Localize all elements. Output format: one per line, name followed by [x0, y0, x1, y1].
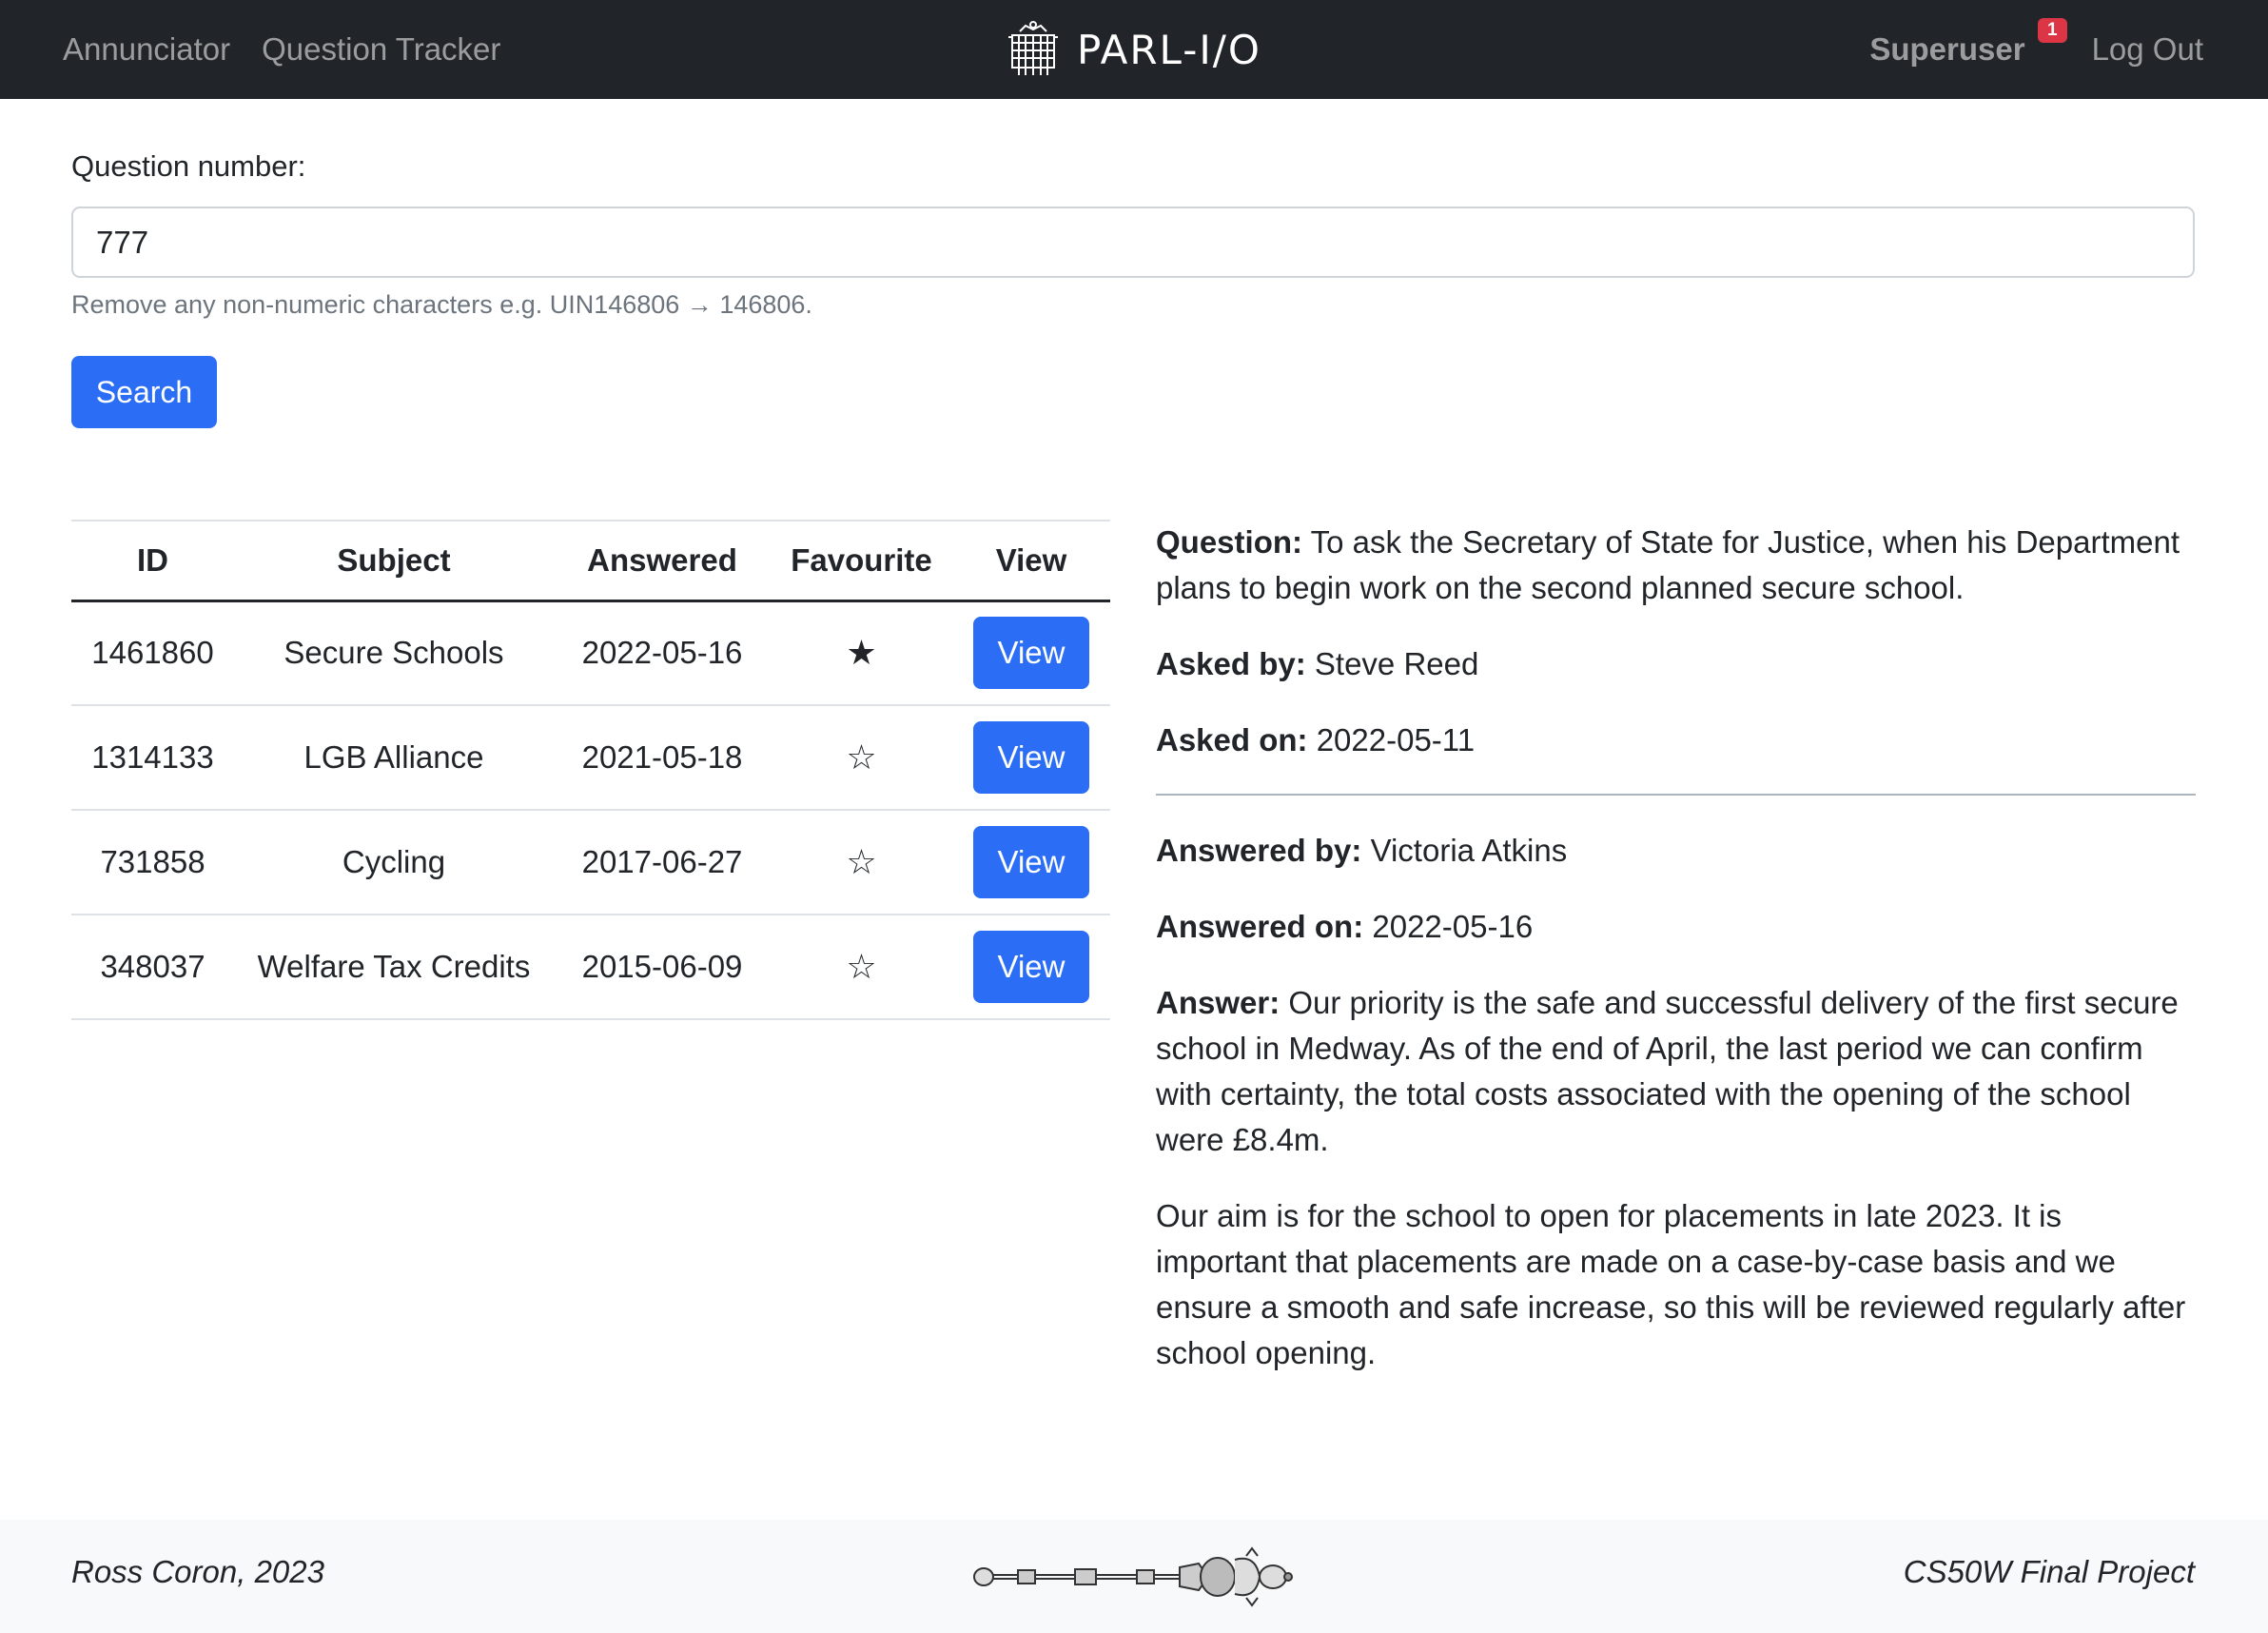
table-header-row: ID Subject Answered Favourite View: [71, 520, 1110, 602]
favourite-star-outline-icon[interactable]: ☆: [846, 947, 876, 986]
search-button[interactable]: Search: [71, 356, 217, 428]
answered-by-value: Victoria Atkins: [1370, 833, 1568, 868]
user-menu[interactable]: Superuser 1: [1869, 18, 2067, 68]
notification-badge: 1: [2038, 18, 2067, 43]
question-number-input[interactable]: [71, 207, 2195, 278]
results-table: ID Subject Answered Favourite View 14618…: [71, 520, 1110, 1020]
question-number-label: Question number:: [71, 149, 306, 183]
cell-favourite: ☆: [771, 915, 952, 1020]
question-value: To ask the Secretary of State for Justic…: [1156, 524, 2180, 605]
cell-answered: 2017-06-27: [554, 810, 771, 915]
answered-on: Answered on: 2022-05-16: [1156, 904, 2196, 950]
asked-by-value: Steve Reed: [1314, 646, 1479, 681]
answer-paragraph-2: Our aim is for the school to open for pl…: [1156, 1198, 2186, 1370]
answered-on-label: Answered on:: [1156, 909, 1364, 944]
cell-view: View: [952, 915, 1110, 1020]
cell-subject: LGB Alliance: [234, 705, 554, 811]
answer-text: Answer: Our priority is the safe and suc…: [1156, 980, 2196, 1163]
question-text: Question: To ask the Secretary of State …: [1156, 520, 2196, 611]
answered-by-label: Answered by:: [1156, 833, 1362, 868]
cell-answered: 2015-06-09: [554, 915, 771, 1020]
header-view: View: [952, 520, 1110, 602]
asked-on: Asked on: 2022-05-11: [1156, 718, 2196, 763]
input-help-text: Remove any non-numeric characters e.g. U…: [71, 290, 812, 319]
question-detail: Question: To ask the Secretary of State …: [1156, 520, 2196, 1407]
cell-subject: Welfare Tax Credits: [234, 915, 554, 1020]
cell-answered: 2021-05-18: [554, 705, 771, 811]
asked-by: Asked by: Steve Reed: [1156, 641, 2196, 687]
view-button[interactable]: View: [973, 617, 1089, 690]
portcullis-icon: [1008, 21, 1058, 75]
logout-link[interactable]: Log Out: [2092, 31, 2203, 68]
cell-favourite: ★: [771, 600, 952, 706]
question-label: Question:: [1156, 524, 1302, 560]
cell-answered: 2022-05-16: [554, 600, 771, 706]
cell-view: View: [952, 600, 1110, 706]
cell-id: 1314133: [71, 705, 234, 811]
footer: Ross Coron, 2023 CS50W Final Project: [0, 1520, 2268, 1633]
favourite-star-outline-icon[interactable]: ☆: [846, 738, 876, 777]
favourite-star-outline-icon[interactable]: ☆: [846, 842, 876, 881]
answered-by: Answered by: Victoria Atkins: [1156, 828, 2196, 874]
view-button[interactable]: View: [973, 826, 1089, 898]
table-row: 731858 Cycling 2017-06-27 ☆ View: [71, 810, 1110, 915]
nav-links: Annunciator Question Tracker: [63, 0, 532, 99]
answered-on-value: 2022-05-16: [1372, 909, 1534, 944]
cell-view: View: [952, 810, 1110, 915]
view-button[interactable]: View: [973, 931, 1089, 1003]
ceremonial-mace-icon: [973, 1546, 1293, 1607]
cell-id: 731858: [71, 810, 234, 915]
footer-author: Ross Coron, 2023: [71, 1554, 324, 1589]
brand[interactable]: PARL-I/O: [1007, 0, 1261, 99]
user-name: Superuser: [1869, 31, 2025, 67]
view-button[interactable]: View: [973, 721, 1089, 794]
navbar: Annunciator Question Tracker PARL-I/O Su…: [0, 0, 2268, 99]
favourite-star-filled-icon[interactable]: ★: [846, 633, 876, 672]
table-row: 1461860 Secure Schools 2022-05-16 ★ View: [71, 600, 1110, 706]
cell-view: View: [952, 705, 1110, 811]
footer-project: CS50W Final Project: [1903, 1554, 2195, 1589]
answer-label: Answer:: [1156, 985, 1281, 1020]
cell-id: 1461860: [71, 600, 234, 706]
cell-favourite: ☆: [771, 810, 952, 915]
asked-on-label: Asked on:: [1156, 722, 1308, 757]
header-subject: Subject: [234, 520, 554, 602]
table-row: 348037 Welfare Tax Credits 2015-06-09 ☆ …: [71, 915, 1110, 1020]
table-row: 1314133 LGB Alliance 2021-05-18 ☆ View: [71, 705, 1110, 811]
cell-subject: Secure Schools: [234, 600, 554, 706]
header-answered: Answered: [554, 520, 771, 602]
detail-divider: [1156, 794, 2196, 796]
header-favourite: Favourite: [771, 520, 952, 602]
cell-id: 348037: [71, 915, 234, 1020]
brand-title: PARL-I/O: [1077, 26, 1261, 73]
asked-by-label: Asked by:: [1156, 646, 1306, 681]
nav-link-annunciator[interactable]: Annunciator: [63, 31, 230, 68]
asked-on-value: 2022-05-11: [1316, 722, 1476, 757]
cell-favourite: ☆: [771, 705, 952, 811]
cell-subject: Cycling: [234, 810, 554, 915]
header-id: ID: [71, 520, 234, 602]
nav-link-question-tracker[interactable]: Question Tracker: [262, 31, 500, 68]
answer-paragraph-1: Our priority is the safe and successful …: [1156, 985, 2179, 1157]
nav-user-area: Superuser 1 Log Out: [1869, 0, 2203, 99]
